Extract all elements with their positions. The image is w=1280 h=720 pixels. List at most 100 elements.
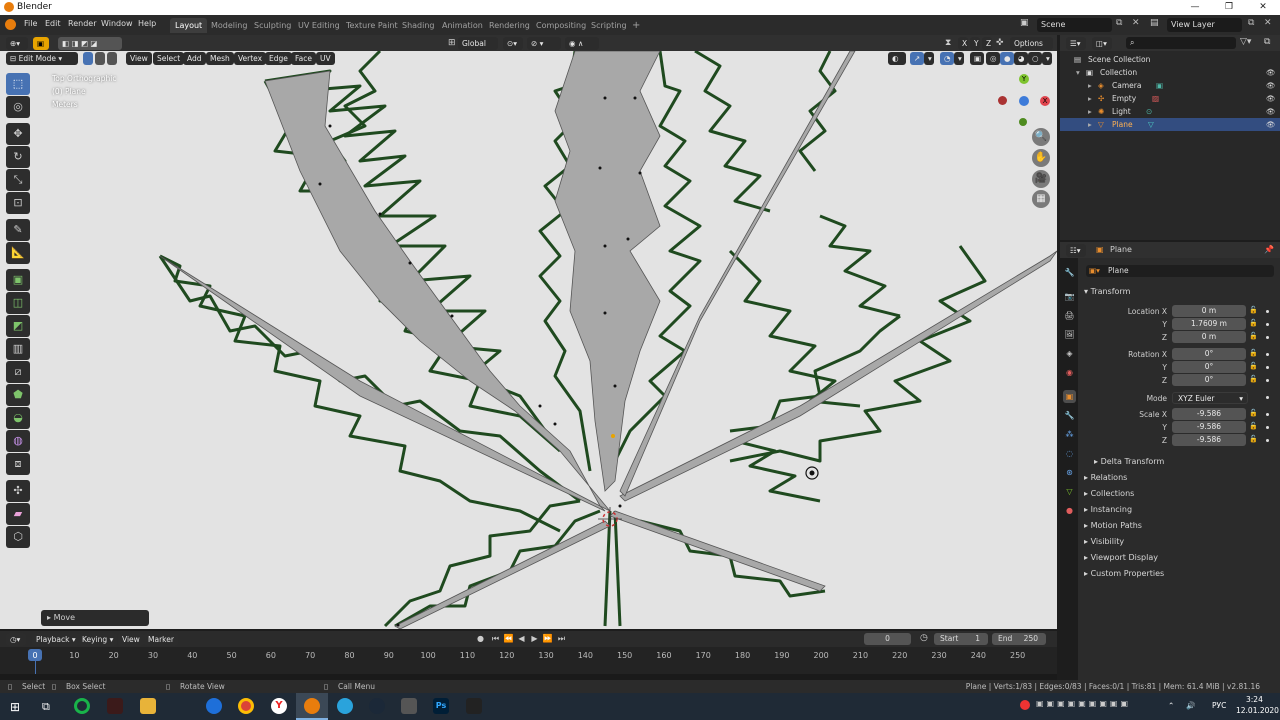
shear-tool-icon[interactable]: ▰ — [6, 503, 30, 525]
timeline-editor-icon[interactable]: ◷▾ — [6, 633, 26, 646]
lock-icon[interactable]: 🔓 — [1249, 306, 1258, 314]
scale-z-field[interactable]: -9.586 — [1172, 434, 1246, 446]
outliner-item-plane[interactable]: ▸ ▽ Plane ▽ 👁 — [1060, 118, 1280, 131]
jump-end-icon[interactable]: ⏭ — [556, 633, 567, 645]
tray-arrow-icon[interactable]: ⌃ — [1168, 701, 1174, 710]
outliner-item-collection[interactable]: ▾ ▣ Collection 👁 — [1060, 66, 1280, 79]
constraints-tab-icon[interactable]: ⊛ — [1063, 466, 1076, 479]
overlays-toggle-icon[interactable]: ◔ — [940, 52, 954, 65]
camera-view-icon[interactable]: 🎥 — [1032, 170, 1050, 188]
proportional-editing-icon[interactable]: ◉ ∧ — [565, 37, 599, 50]
collections-section[interactable]: ▸ Collections — [1084, 489, 1134, 498]
menu-face[interactable]: Face — [291, 52, 316, 65]
eye-icon[interactable]: 👁 — [1266, 118, 1276, 131]
rotation-z-field[interactable]: 0° — [1172, 374, 1246, 386]
expand-arrow-icon[interactable]: ▸ — [1088, 79, 1092, 92]
material-tab-icon[interactable]: ● — [1063, 504, 1076, 517]
menu-render[interactable]: Render — [68, 19, 96, 28]
relations-section[interactable]: ▸ Relations — [1084, 473, 1127, 482]
timeline-view-menu[interactable]: View — [118, 633, 144, 646]
view-layer-icon[interactable]: ▤ — [1150, 18, 1159, 28]
custom-properties-section[interactable]: ▸ Custom Properties — [1084, 569, 1164, 578]
last-operator-panel[interactable]: ▸ Move — [41, 610, 149, 626]
solid-shading-icon[interactable]: ● — [1000, 52, 1014, 65]
outliner-search-input[interactable]: ⌕ — [1126, 37, 1236, 49]
tab-layout[interactable]: Layout — [170, 18, 208, 33]
visibility-section[interactable]: ▸ Visibility — [1084, 537, 1124, 546]
menu-edge[interactable]: Edge — [265, 52, 292, 65]
outliner-item-camera[interactable]: ▸ ◈ Camera ▣ 👁 — [1060, 79, 1280, 92]
annotate-tool-icon[interactable]: ✎ — [6, 219, 30, 241]
properties-editor-icon[interactable]: ☷▾ — [1066, 244, 1086, 257]
menu-window[interactable]: Window — [101, 19, 133, 28]
blender-menu-icon[interactable] — [5, 19, 16, 30]
lock-icon[interactable]: 🔓 — [1249, 435, 1258, 443]
game-icon[interactable] — [107, 698, 123, 714]
file-explorer-icon[interactable] — [140, 698, 156, 714]
menu-mesh[interactable]: Mesh — [206, 52, 234, 65]
system-tray-icons[interactable]: ▣▣▣▣▣▣▣▣▣ — [1036, 699, 1168, 711]
keyframe-dot-icon[interactable] — [1266, 353, 1269, 356]
tab-uv-editing[interactable]: UV Editing — [293, 18, 345, 33]
app-icon[interactable] — [466, 698, 482, 714]
camera-data-icon[interactable]: ▣ — [1156, 79, 1163, 92]
jump-keyframe-forward-icon[interactable]: ⏩ — [542, 633, 553, 645]
location-x-field[interactable]: 0 m — [1172, 305, 1246, 317]
poly-build-tool-icon[interactable]: ⬟ — [6, 384, 30, 406]
gizmo-y-axis-icon[interactable]: Y — [1019, 74, 1029, 84]
zoom-icon[interactable]: 🔍 — [1032, 128, 1050, 146]
scale-x-field[interactable]: -9.586 — [1172, 408, 1246, 420]
keyboard-language[interactable]: РУС — [1212, 701, 1226, 710]
jump-keyframe-back-icon[interactable]: ⏪ — [503, 633, 514, 645]
view-layer-remove-icon[interactable]: ✕ — [1264, 18, 1272, 28]
tab-animation[interactable]: Animation — [437, 18, 488, 33]
add-workspace-icon[interactable]: + — [627, 18, 645, 33]
delta-transform-section[interactable]: ▸ Delta Transform — [1094, 457, 1164, 466]
select-mode-icon[interactable]: ▣ — [33, 37, 49, 50]
gizmo-dropdown-icon[interactable]: ▾ — [924, 52, 934, 65]
tab-texture-paint[interactable]: Texture Paint — [341, 18, 403, 33]
expand-arrow-icon[interactable]: ▸ — [1088, 118, 1092, 131]
wireframe-shading-icon[interactable]: ◎ — [986, 52, 1000, 65]
bevel-tool-icon[interactable]: ◩ — [6, 315, 30, 337]
lock-icon[interactable]: 🔓 — [1249, 422, 1258, 430]
eye-icon[interactable]: 👁 — [1266, 105, 1276, 118]
scale-y-field[interactable]: -9.586 — [1172, 421, 1246, 433]
menu-edit[interactable]: Edit — [45, 19, 61, 28]
edge-browser-icon[interactable] — [206, 698, 222, 714]
gizmo-neg-y-icon[interactable] — [1019, 118, 1027, 126]
viewport-display-section[interactable]: ▸ Viewport Display — [1084, 553, 1158, 562]
outliner-editor-icon[interactable]: ☰▾ — [1066, 37, 1086, 50]
outliner-item-light[interactable]: ▸ ✺ Light ⊙ 👁 — [1060, 105, 1280, 118]
scale-tool-icon[interactable]: ⤡ — [6, 169, 30, 191]
tab-sculpting[interactable]: Sculpting — [249, 18, 296, 33]
visibility-icon[interactable]: ◐ — [888, 52, 906, 65]
expand-arrow-icon[interactable]: ▾ — [1076, 66, 1080, 79]
tool-tab-icon[interactable]: 🔧 — [1063, 266, 1076, 279]
eye-icon[interactable]: 👁 — [1266, 66, 1276, 79]
mesh-data-icon[interactable]: ▽ — [1148, 118, 1154, 131]
steam-icon[interactable] — [369, 698, 385, 714]
qbittorrent-icon[interactable] — [74, 698, 90, 714]
instancing-section[interactable]: ▸ Instancing — [1084, 505, 1132, 514]
gizmo-z-axis-icon[interactable] — [1019, 96, 1029, 106]
measure-tool-icon[interactable]: 📐 — [6, 242, 30, 264]
light-data-icon[interactable]: ⊙ — [1146, 105, 1152, 118]
snapping-icon[interactable]: ⊘ ▾ — [527, 37, 561, 50]
scene-icon[interactable]: ▣ — [1020, 18, 1032, 30]
motion-paths-section[interactable]: ▸ Motion Paths — [1084, 521, 1142, 530]
select-box-tool-icon[interactable]: ⬚ — [6, 73, 30, 95]
telegram-icon[interactable] — [337, 698, 353, 714]
location-y-field[interactable]: 1.7609 m — [1172, 318, 1246, 330]
edge-slide-tool-icon[interactable]: ⧈ — [6, 453, 30, 475]
navigation-gizmo[interactable]: Y X — [998, 72, 1055, 132]
rip-region-tool-icon[interactable]: ⬡ — [6, 526, 30, 548]
axis-y-toggle[interactable]: Y — [970, 37, 980, 50]
menu-uv[interactable]: UV — [316, 52, 335, 65]
clock-icon[interactable]: ◷ — [920, 633, 928, 643]
physics-tab-icon[interactable]: ◌ — [1063, 447, 1076, 460]
photoshop-icon[interactable]: Ps — [433, 698, 449, 714]
filter-icon[interactable]: ▽▾ — [1240, 37, 1251, 47]
rotate-tool-icon[interactable]: ↻ — [6, 146, 30, 168]
axis-x-toggle[interactable]: X — [958, 37, 968, 50]
